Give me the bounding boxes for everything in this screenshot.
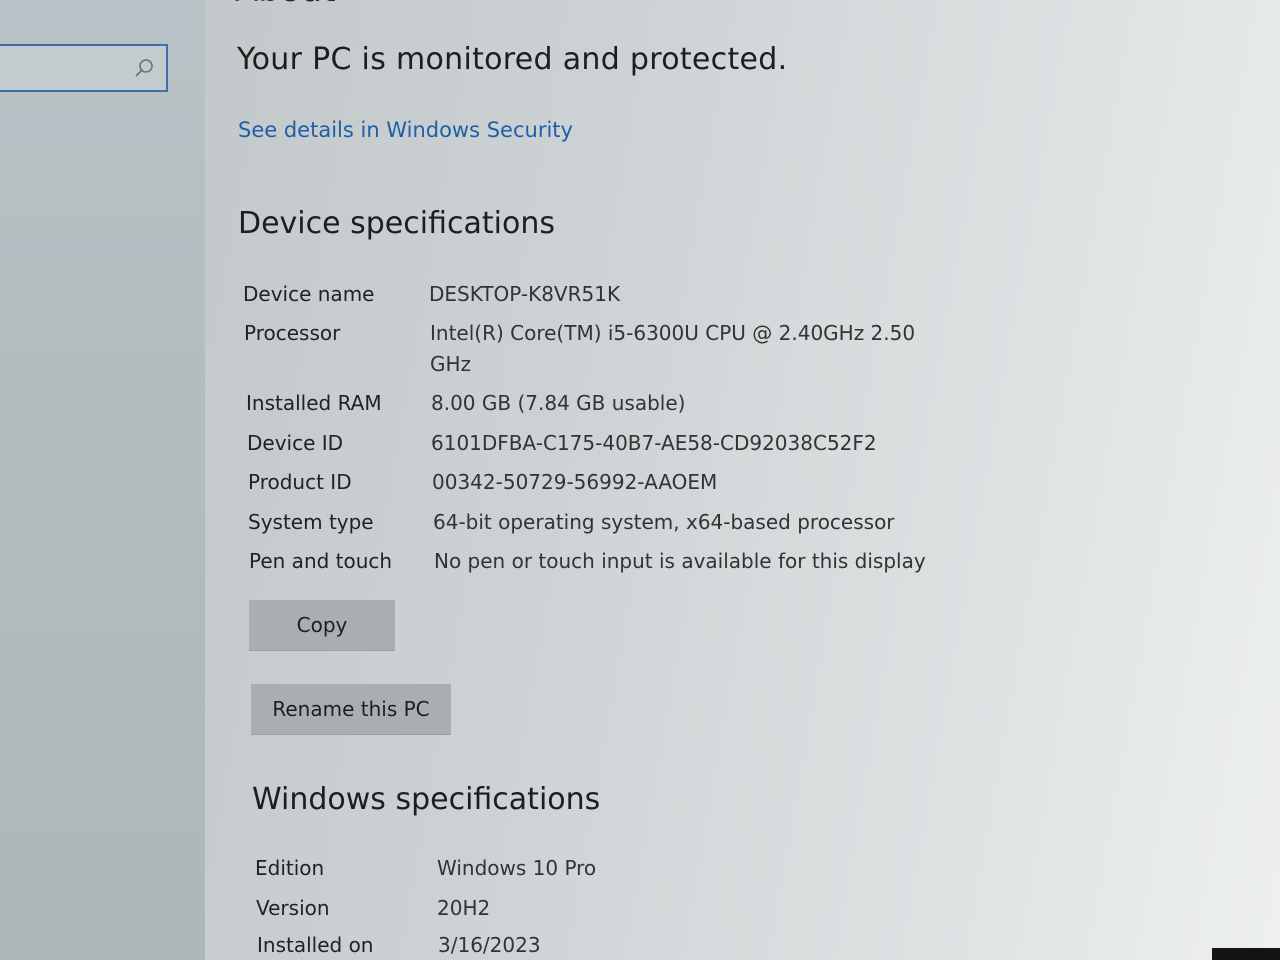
spec-row-processor: Processor Intel(R) Core(TM) i5-6300U CPU… [244, 318, 944, 382]
spec-row-version: Version 20H2 [256, 893, 856, 925]
spec-value[interactable]: Intel(R) Core(TM) i5-6300U CPU @ 2.40GHz… [430, 318, 930, 380]
spec-label: Processor [244, 321, 341, 345]
spec-value[interactable]: 00342-50729-56992-AAOEM [432, 467, 932, 498]
rename-pc-button[interactable]: Rename this PC [251, 684, 451, 734]
spec-label: Pen and touch [249, 549, 393, 573]
about-content: About Your PC is monitored and protected… [205, 0, 1280, 960]
spec-label: Installed on [257, 933, 374, 957]
search-input[interactable] [0, 44, 168, 92]
protection-status: Your PC is monitored and protected. [237, 42, 788, 77]
spec-value[interactable]: Windows 10 Pro [437, 853, 817, 884]
spec-row-system-type: System type 64-bit operating system, x64… [248, 507, 948, 539]
spec-label: System type [248, 510, 374, 534]
spec-row-device-name: Device name DESKTOP-K8VR51K [243, 279, 943, 311]
spec-value[interactable]: 6101DFBA-C175-40B7-AE58-CD92038C52F2 [431, 428, 941, 459]
page-title: About [235, 0, 336, 10]
spec-row-device-id: Device ID 6101DFBA-C175-40B7-AE58-CD9203… [247, 428, 947, 460]
spec-row-pen-and-touch: Pen and touch No pen or touch input is a… [249, 546, 969, 578]
spec-value[interactable]: 8.00 GB (7.84 GB usable) [431, 388, 931, 419]
spec-value[interactable]: 64-bit operating system, x64-based proce… [433, 507, 943, 538]
spec-label: Installed RAM [246, 391, 382, 415]
navigation-pane [0, 0, 205, 960]
windows-specs-heading: Windows specifications [252, 782, 601, 817]
spec-row-installed-ram: Installed RAM 8.00 GB (7.84 GB usable) [246, 388, 946, 420]
spec-label: Product ID [248, 470, 352, 494]
spec-label: Device ID [247, 431, 344, 455]
spec-value[interactable]: DESKTOP-K8VR51K [429, 279, 919, 310]
spec-label: Device name [243, 282, 375, 306]
spec-value[interactable]: 20H2 [437, 893, 817, 924]
spec-label: Edition [255, 856, 325, 880]
windows-security-link[interactable]: See details in Windows Security [238, 118, 573, 142]
spec-value[interactable]: No pen or touch input is available for t… [434, 546, 964, 577]
spec-label: Version [256, 896, 330, 920]
taskbar-edge [1212, 948, 1280, 960]
spec-row-product-id: Product ID 00342-50729-56992-AAOEM [248, 467, 948, 499]
copy-button[interactable]: Copy [249, 600, 395, 650]
spec-value[interactable]: 3/16/2023 [438, 930, 818, 960]
spec-row-installed-on: Installed on 3/16/2023 [257, 930, 857, 960]
search-icon[interactable] [134, 58, 154, 78]
device-specs-heading: Device specifications [238, 206, 555, 241]
spec-row-edition: Edition Windows 10 Pro [255, 853, 855, 885]
